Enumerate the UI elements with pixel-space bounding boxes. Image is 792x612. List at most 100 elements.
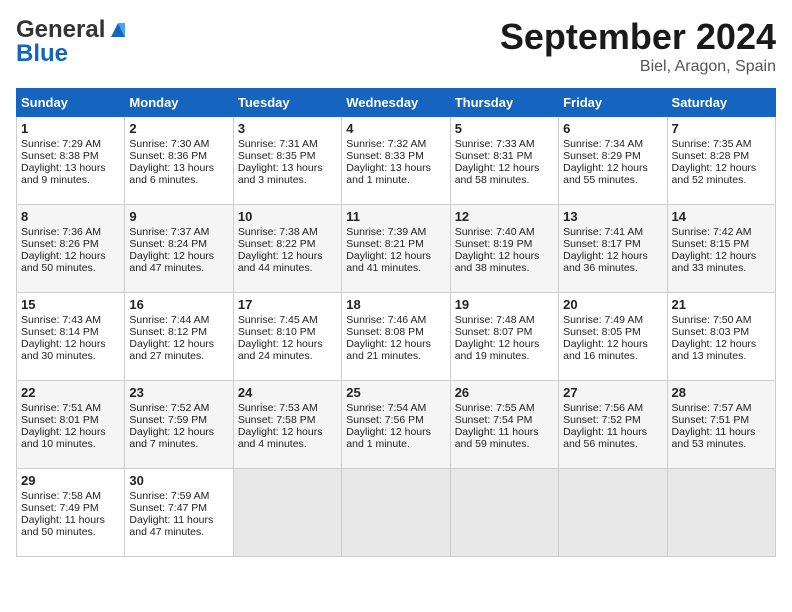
day-info-line: and 13 minutes. <box>672 350 771 362</box>
day-info-line: Daylight: 12 hours <box>563 338 662 350</box>
day-info-line: and 53 minutes. <box>672 438 771 450</box>
day-info-line: Sunset: 8:26 PM <box>21 238 120 250</box>
day-info-line: Daylight: 12 hours <box>672 338 771 350</box>
day-info-line: Daylight: 11 hours <box>672 426 771 438</box>
day-info-line: Sunrise: 7:57 AM <box>672 402 771 414</box>
day-info-line: Sunset: 8:19 PM <box>455 238 554 250</box>
calendar-cell: 3Sunrise: 7:31 AMSunset: 8:35 PMDaylight… <box>233 117 341 205</box>
day-number: 5 <box>455 121 554 136</box>
day-info-line: Daylight: 12 hours <box>455 338 554 350</box>
day-number: 30 <box>129 473 228 488</box>
day-info-line: Daylight: 12 hours <box>238 426 337 438</box>
day-info-line: Sunset: 7:59 PM <box>129 414 228 426</box>
day-info-line: and 52 minutes. <box>672 174 771 186</box>
day-info-line: Sunrise: 7:44 AM <box>129 314 228 326</box>
calendar-cell: 24Sunrise: 7:53 AMSunset: 7:58 PMDayligh… <box>233 381 341 469</box>
day-info-line: Sunset: 8:01 PM <box>21 414 120 426</box>
calendar-cell: 5Sunrise: 7:33 AMSunset: 8:31 PMDaylight… <box>450 117 558 205</box>
day-info-line: Daylight: 13 hours <box>21 162 120 174</box>
calendar-cell <box>559 469 667 557</box>
day-number: 22 <box>21 385 120 400</box>
day-info-line: and 4 minutes. <box>238 438 337 450</box>
day-info-line: Sunrise: 7:36 AM <box>21 226 120 238</box>
day-info-line: Sunset: 8:12 PM <box>129 326 228 338</box>
day-number: 19 <box>455 297 554 312</box>
day-info-line: Daylight: 12 hours <box>672 250 771 262</box>
day-info-line: Sunrise: 7:49 AM <box>563 314 662 326</box>
day-number: 29 <box>21 473 120 488</box>
day-info-line: Sunrise: 7:32 AM <box>346 138 445 150</box>
calendar-week-1: 1Sunrise: 7:29 AMSunset: 8:38 PMDaylight… <box>17 117 776 205</box>
day-info-line: Sunrise: 7:30 AM <box>129 138 228 150</box>
day-info-line: Daylight: 12 hours <box>563 162 662 174</box>
day-info-line: Sunset: 8:05 PM <box>563 326 662 338</box>
day-info-line: and 56 minutes. <box>563 438 662 450</box>
calendar-cell: 6Sunrise: 7:34 AMSunset: 8:29 PMDaylight… <box>559 117 667 205</box>
day-info-line: Daylight: 12 hours <box>455 250 554 262</box>
day-info-line: Sunrise: 7:50 AM <box>672 314 771 326</box>
day-info-line: and 47 minutes. <box>129 262 228 274</box>
day-info-line: Sunrise: 7:34 AM <box>563 138 662 150</box>
day-info-line: and 27 minutes. <box>129 350 228 362</box>
day-info-line: Sunrise: 7:43 AM <box>21 314 120 326</box>
day-number: 21 <box>672 297 771 312</box>
calendar-week-3: 15Sunrise: 7:43 AMSunset: 8:14 PMDayligh… <box>17 293 776 381</box>
header-day-sunday: Sunday <box>17 89 125 117</box>
calendar-cell: 12Sunrise: 7:40 AMSunset: 8:19 PMDayligh… <box>450 205 558 293</box>
calendar-cell: 4 Sunrise: 7:32 AMSunset: 8:33 PMDaylight… <box>342 117 450 205</box>
day-info-line: Daylight: 11 hours <box>129 514 228 526</box>
day-info-line: and 3 minutes. <box>238 174 337 186</box>
day-info-line: Sunset: 7:56 PM <box>346 414 445 426</box>
day-info-line: Sunset: 8:33 PM <box>346 150 445 162</box>
day-info-line: Sunrise: 7:48 AM <box>455 314 554 326</box>
calendar-cell: 27Sunrise: 7:56 AMSunset: 7:52 PMDayligh… <box>559 381 667 469</box>
day-number: 7 <box>672 121 771 136</box>
calendar-cell: 29Sunrise: 7:58 AMSunset: 7:49 PMDayligh… <box>17 469 125 557</box>
day-info-line: Daylight: 13 hours <box>129 162 228 174</box>
day-info-line: Daylight: 12 hours <box>563 250 662 262</box>
day-info-line: Sunrise: 7:59 AM <box>129 490 228 502</box>
calendar-cell: 23Sunrise: 7:52 AMSunset: 7:59 PMDayligh… <box>125 381 233 469</box>
day-number: 8 <box>21 209 120 224</box>
day-info-line: Sunrise: 7:35 AM <box>672 138 771 150</box>
day-number: 2 <box>129 121 228 136</box>
day-info-line: Sunset: 8:28 PM <box>672 150 771 162</box>
header-day-wednesday: Wednesday <box>342 89 450 117</box>
day-info-line: and 58 minutes. <box>455 174 554 186</box>
day-info-line: and 59 minutes. <box>455 438 554 450</box>
day-info-line: Sunset: 8:21 PM <box>346 238 445 250</box>
day-number: 18 <box>346 297 445 312</box>
day-number: 16 <box>129 297 228 312</box>
day-info-line: Sunrise: 7:31 AM <box>238 138 337 150</box>
day-info-line: and 21 minutes. <box>346 350 445 362</box>
day-info-line: Daylight: 13 hours <box>346 162 445 174</box>
day-info-line: Sunrise: 7:46 AM <box>346 314 445 326</box>
day-info-line: Sunset: 8:29 PM <box>563 150 662 162</box>
calendar-cell: 20Sunrise: 7:49 AMSunset: 8:05 PMDayligh… <box>559 293 667 381</box>
day-number: 14 <box>672 209 771 224</box>
day-info-line: Daylight: 12 hours <box>129 338 228 350</box>
calendar-table: SundayMondayTuesdayWednesdayThursdayFrid… <box>16 88 776 557</box>
day-info-line: Sunset: 8:36 PM <box>129 150 228 162</box>
day-info-line: Sunrise: 7:40 AM <box>455 226 554 238</box>
day-number: 4 <box>346 121 445 136</box>
day-info-line: and 19 minutes. <box>455 350 554 362</box>
calendar-week-4: 22 Sunrise: 7:51 AMSunset: 8:01 PM Dayligh… <box>17 381 776 469</box>
calendar-cell: 15Sunrise: 7:43 AMSunset: 8:14 PMDayligh… <box>17 293 125 381</box>
header-day-monday: Monday <box>125 89 233 117</box>
day-info-line: Sunrise: 7:42 AM <box>672 226 771 238</box>
day-info-line: Daylight: 12 hours <box>672 162 771 174</box>
day-info-line: and 1 minute. <box>346 174 445 186</box>
logo-icon <box>107 19 129 41</box>
day-info-line: Sunset: 7:52 PM <box>563 414 662 426</box>
calendar-cell <box>342 469 450 557</box>
day-number: 10 <box>238 209 337 224</box>
day-info-line: Sunrise: 7:51 AM <box>21 402 120 414</box>
day-info-line: Daylight: 13 hours <box>238 162 337 174</box>
day-number: 28 <box>672 385 771 400</box>
calendar-cell: 9Sunrise: 7:37 AMSunset: 8:24 PMDaylight… <box>125 205 233 293</box>
day-number: 23 <box>129 385 228 400</box>
day-info-line: Daylight: 12 hours <box>238 250 337 262</box>
day-info-line: Sunset: 7:58 PM <box>238 414 337 426</box>
header-day-tuesday: Tuesday <box>233 89 341 117</box>
